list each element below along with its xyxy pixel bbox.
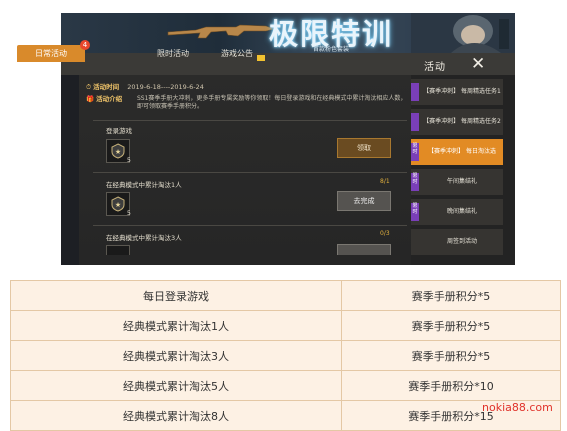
tab-daily[interactable]: 日常活动 4 [17, 40, 90, 62]
side-item-label: 午间集结礼 [446, 178, 477, 185]
side-item-label: 【赛季冲刺】 每周精选任务1 [423, 88, 501, 95]
table-row: 每日登录游戏 赛季手册积分*5 [10, 280, 561, 311]
svg-text:★: ★ [115, 201, 121, 209]
rifle-icon [167, 24, 276, 39]
close-icon[interactable]: ✕ [471, 54, 485, 74]
new-marker-icon [257, 55, 265, 61]
side-item-weekly-2[interactable]: 【赛季冲刺】 每周精选任务2 [411, 109, 503, 135]
side-item-weekly-signin[interactable]: 周签到活动 [411, 229, 503, 255]
claim-button[interactable]: 领取 [337, 138, 391, 158]
header-bar [61, 53, 515, 75]
task-cell: 经典模式累计淘汰8人 [10, 400, 342, 431]
clock-icon: ⏱ [86, 83, 92, 91]
task-icon-partial [106, 245, 130, 255]
tab-limited[interactable]: 限时活动 [157, 45, 189, 62]
rewards-table: 每日登录游戏 赛季手册积分*5 经典模式累计淘汰1人 赛季手册积分*5 经典模式… [10, 280, 561, 431]
task-label: 登录游戏 [106, 127, 132, 135]
event-banner: 极限特训 首款粉色套装 [61, 13, 515, 53]
task-divider [93, 225, 407, 226]
reward-cell: 赛季手册积分*10 [341, 370, 561, 401]
panel-title: 活动 [424, 62, 446, 73]
item-count: 5 [127, 210, 131, 217]
activity-description: SS1赛季手册大冲刺，更多手册专属奖励等你领取！每日登录游戏和在经典模式中累计淘… [137, 95, 407, 110]
task-cell: 经典模式累计淘汰5人 [10, 370, 342, 401]
reward-cell: 赛季手册积分*5 [341, 310, 561, 341]
gift-icon: 🎁 [86, 95, 95, 103]
character-illustration [411, 13, 515, 53]
task-label: 在经典模式中累计淘汰3人 [106, 234, 182, 242]
activity-time-row: ⏱ 活动时间 2019-6-18----2019-6-24 [86, 81, 204, 92]
activity-desc-label: 活动介绍 [96, 95, 123, 103]
limited-tag: 限时 [411, 143, 419, 161]
activity-desc-row: 🎁 活动介绍 [86, 93, 122, 103]
task-label: 在经典模式中累计淘汰1人 [106, 181, 182, 189]
go-complete-button[interactable]: 去完成 [337, 191, 391, 211]
side-item-label: 【赛季冲刺】 每日淘汰选 [428, 148, 496, 155]
table-row: 经典模式累计淘汰5人 赛季手册积分*10 [10, 370, 561, 401]
task-cell: 经典模式累计淘汰3人 [10, 340, 342, 371]
item-count: 5 [127, 157, 131, 164]
table-row: 经典模式累计淘汰3人 赛季手册积分*5 [10, 340, 561, 371]
activity-time-label: 活动时间 [93, 83, 120, 91]
task-divider [93, 172, 407, 173]
tab-notice-label: 游戏公告 [221, 49, 253, 58]
notification-badge: 4 [80, 40, 90, 50]
tab-daily-label: 日常活动 [35, 49, 67, 58]
task-progress: 8/1 [380, 178, 390, 185]
side-item-evening[interactable]: 限时 晚间集结礼 [411, 199, 503, 225]
table-row: 经典模式累计淘汰8人 赛季手册积分*15 [10, 400, 561, 431]
side-item-label: 晚间集结礼 [446, 208, 477, 215]
reward-cell: 赛季手册积分*5 [341, 340, 561, 371]
reward-cell: 赛季手册积分*5 [341, 280, 561, 311]
side-item-weekly-1[interactable]: 【赛季冲刺】 每周精选任务1 [411, 79, 503, 105]
task-divider [93, 120, 407, 121]
task-cell: 经典模式累计淘汰1人 [10, 310, 342, 341]
svg-text:★: ★ [115, 148, 121, 156]
side-item-label: 周签到活动 [446, 238, 477, 245]
table-row: 经典模式累计淘汰1人 赛季手册积分*5 [10, 310, 561, 341]
task-progress: 0/3 [380, 230, 390, 237]
side-item-noon[interactable]: 限时 午间集结礼 [411, 169, 503, 195]
site-watermark: nokia88.com [482, 401, 553, 414]
tab-notice[interactable]: 游戏公告 [221, 45, 253, 62]
task-cell: 每日登录游戏 [10, 280, 342, 311]
tab-limited-label: 限时活动 [157, 49, 189, 58]
banner-subtitle: 首款粉色套装 [313, 46, 350, 53]
side-item-daily-elimination[interactable]: 限时 【赛季冲刺】 每日淘汰选 [411, 139, 503, 165]
task-button-partial[interactable] [337, 244, 391, 255]
activity-time-value: 2019-6-18----2019-6-24 [127, 83, 204, 91]
side-item-label: 【赛季冲刺】 每周精选任务2 [423, 118, 501, 125]
side-tag [411, 113, 419, 131]
side-tag [411, 83, 419, 101]
limited-tag: 限时 [411, 173, 419, 191]
limited-tag: 限时 [411, 203, 419, 221]
